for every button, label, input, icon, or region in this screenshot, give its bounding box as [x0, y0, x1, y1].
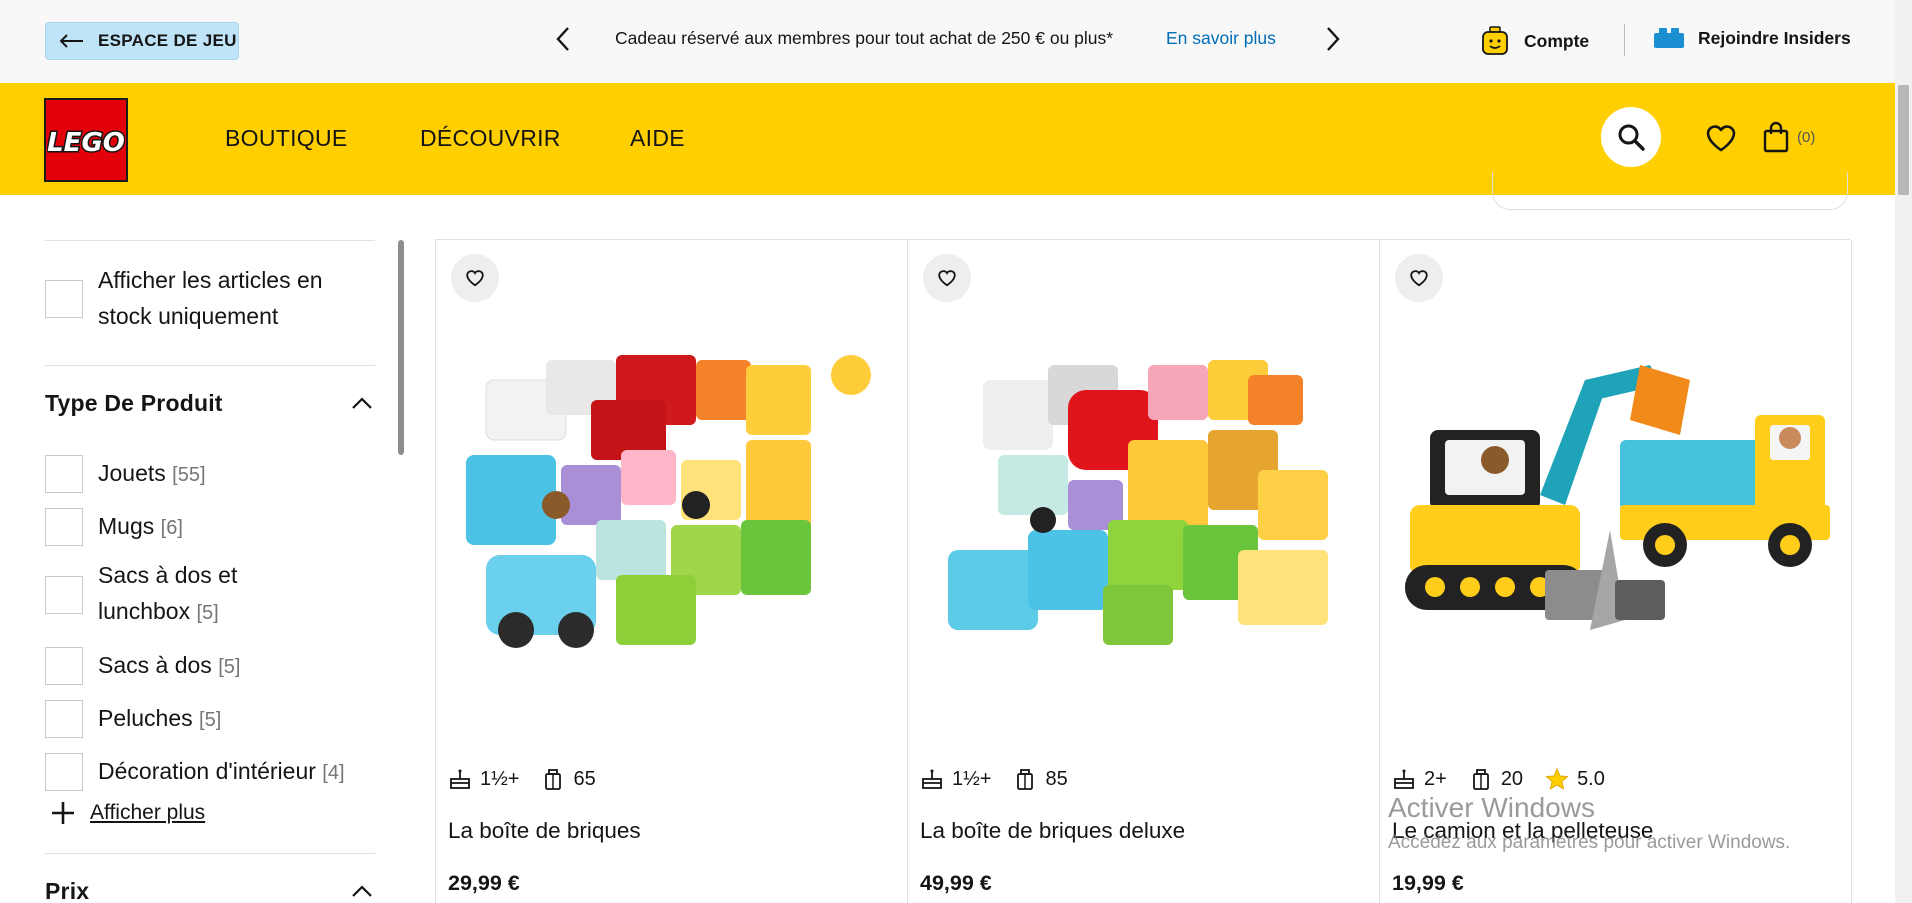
type-plush-label: Peluches [5] — [98, 705, 222, 731]
product-image[interactable] — [446, 320, 896, 700]
type-backpack-lunchbox-label1: Sacs à dos et — [98, 562, 238, 588]
shopping-bag-button[interactable]: (0) — [1763, 121, 1815, 153]
nav-shop[interactable]: BOUTIQUE — [225, 125, 348, 152]
show-more-label: Afficher plus — [90, 801, 206, 824]
join-insiders-link[interactable]: Rejoindre Insiders — [1652, 26, 1851, 50]
product-card[interactable]: 1½+ 85 La boîte de briques deluxe 49,99 … — [908, 240, 1380, 903]
add-to-wishlist-button[interactable] — [923, 254, 971, 302]
page-scrollbar-thumb[interactable] — [1898, 85, 1909, 195]
nav-discover[interactable]: DÉCOUVRIR — [420, 125, 561, 152]
wishlist-heart-icon[interactable] — [1705, 123, 1737, 153]
chevron-left-icon — [556, 27, 569, 51]
filter-divider — [45, 240, 375, 241]
product-rating: 5.0 — [1577, 767, 1605, 790]
plus-icon — [52, 802, 74, 824]
in-stock-label-line2: stock uniquement — [98, 303, 279, 329]
product-image[interactable] — [1390, 320, 1840, 700]
windows-activation-title: Activer Windows — [1388, 792, 1595, 823]
type-home-decor-checkbox[interactable] — [45, 753, 83, 791]
product-name[interactable]: La boîte de briques deluxe — [920, 818, 1185, 844]
type-backpacks-label: Sacs à dos [5] — [98, 652, 241, 678]
product-meta: 2+ 20 5.0 — [1392, 767, 1627, 791]
product-type-title[interactable]: Type De Produit — [45, 390, 223, 417]
filter-divider — [45, 365, 375, 366]
chevron-right-icon — [1327, 27, 1340, 51]
cart-count: (0) — [1797, 128, 1816, 146]
in-stock-label-line1: Afficher les articles en — [98, 267, 323, 293]
age-cake-icon — [1394, 769, 1414, 789]
account-label: Compte — [1524, 30, 1590, 51]
type-backpack-lunchbox-checkbox[interactable] — [45, 576, 83, 614]
search-button[interactable] — [1601, 107, 1661, 167]
shopping-bag-icon — [1763, 121, 1789, 153]
product-age: 1½+ — [952, 767, 992, 790]
promo-learn-more-link[interactable]: En savoir plus — [1166, 28, 1276, 49]
nav-help[interactable]: AIDE — [630, 125, 685, 152]
add-to-wishlist-button[interactable] — [1395, 254, 1443, 302]
sidebar-scrollbar[interactable] — [398, 240, 404, 455]
product-name[interactable]: La boîte de briques — [448, 818, 641, 844]
topbar-divider — [1624, 24, 1625, 56]
heart-icon — [938, 270, 956, 287]
product-image[interactable] — [918, 320, 1368, 700]
arrow-left-icon — [60, 34, 83, 48]
promo-prev-button[interactable] — [548, 22, 578, 56]
type-plush-checkbox[interactable] — [45, 700, 83, 738]
filter-sidebar: Afficher les articles en stock uniquemen… — [45, 195, 375, 903]
product-age: 2+ — [1424, 767, 1447, 790]
filter-divider — [45, 853, 375, 854]
product-price: 49,99 € — [920, 871, 992, 895]
chevron-up-icon[interactable] — [351, 396, 373, 410]
product-pieces: 65 — [573, 767, 596, 790]
product-card[interactable]: 1½+ 65 La boîte de briques 29,99 € — [436, 240, 908, 903]
type-backpack-lunchbox-label2: lunchbox [5] — [98, 598, 219, 624]
type-mugs-label: Mugs [6] — [98, 513, 183, 539]
product-price: 19,99 € — [1392, 871, 1464, 895]
heart-icon — [466, 270, 484, 287]
product-pieces: 20 — [1500, 767, 1524, 790]
windows-activation-subtitle: Accédez aux paramètres pour activer Wind… — [1388, 832, 1791, 853]
product-grid: 1½+ 65 La boîte de briques 29,99 € 1½+ 8… — [435, 239, 1852, 903]
account-link[interactable]: Compte — [1480, 26, 1589, 56]
heart-icon — [1410, 270, 1428, 287]
type-toys-checkbox[interactable] — [45, 455, 83, 493]
in-stock-checkbox[interactable] — [45, 280, 83, 318]
minifig-head-icon — [1482, 26, 1508, 55]
price-title[interactable]: Prix — [45, 878, 89, 903]
product-price: 29,99 € — [448, 871, 520, 895]
pieces-brick-icon — [1472, 769, 1489, 790]
star-icon — [1545, 767, 1569, 790]
insiders-label: Rejoindre Insiders — [1698, 27, 1851, 48]
type-toys-label: Jouets [55] — [98, 460, 206, 486]
brick-icon — [1654, 28, 1684, 48]
product-meta: 1½+ 85 — [920, 767, 1090, 791]
back-button-label: ESPACE DE JEU — [98, 31, 237, 50]
product-meta: 1½+ 65 — [448, 767, 618, 791]
pieces-brick-icon — [1017, 769, 1034, 790]
pieces-brick-icon — [545, 769, 562, 790]
utility-bar: ESPACE DE JEU Cadeau réservé aux membres… — [0, 0, 1895, 83]
sort-dropdown[interactable] — [1492, 172, 1848, 210]
show-more-link[interactable]: Afficher plus — [50, 800, 205, 826]
age-cake-icon — [450, 769, 470, 789]
type-home-decor-label: Décoration d'intérieur [4] — [98, 758, 345, 784]
type-mugs-checkbox[interactable] — [45, 508, 83, 546]
age-cake-icon — [922, 769, 942, 789]
lego-logo-mark: LEGO — [47, 127, 125, 160]
play-zone-back-button[interactable]: ESPACE DE JEU — [45, 22, 239, 60]
type-backpacks-checkbox[interactable] — [45, 647, 83, 685]
promo-message: Cadeau réservé aux membres pour tout ach… — [615, 28, 1114, 48]
chevron-up-icon[interactable] — [351, 884, 373, 898]
promo-next-button[interactable] — [1318, 22, 1348, 56]
product-age: 1½+ — [480, 767, 520, 790]
product-pieces: 85 — [1045, 767, 1068, 790]
lego-logo[interactable]: LEGO — [44, 98, 128, 182]
add-to-wishlist-button[interactable] — [451, 254, 499, 302]
search-icon — [1618, 124, 1645, 151]
svg-text:LEGO: LEGO — [47, 128, 125, 158]
